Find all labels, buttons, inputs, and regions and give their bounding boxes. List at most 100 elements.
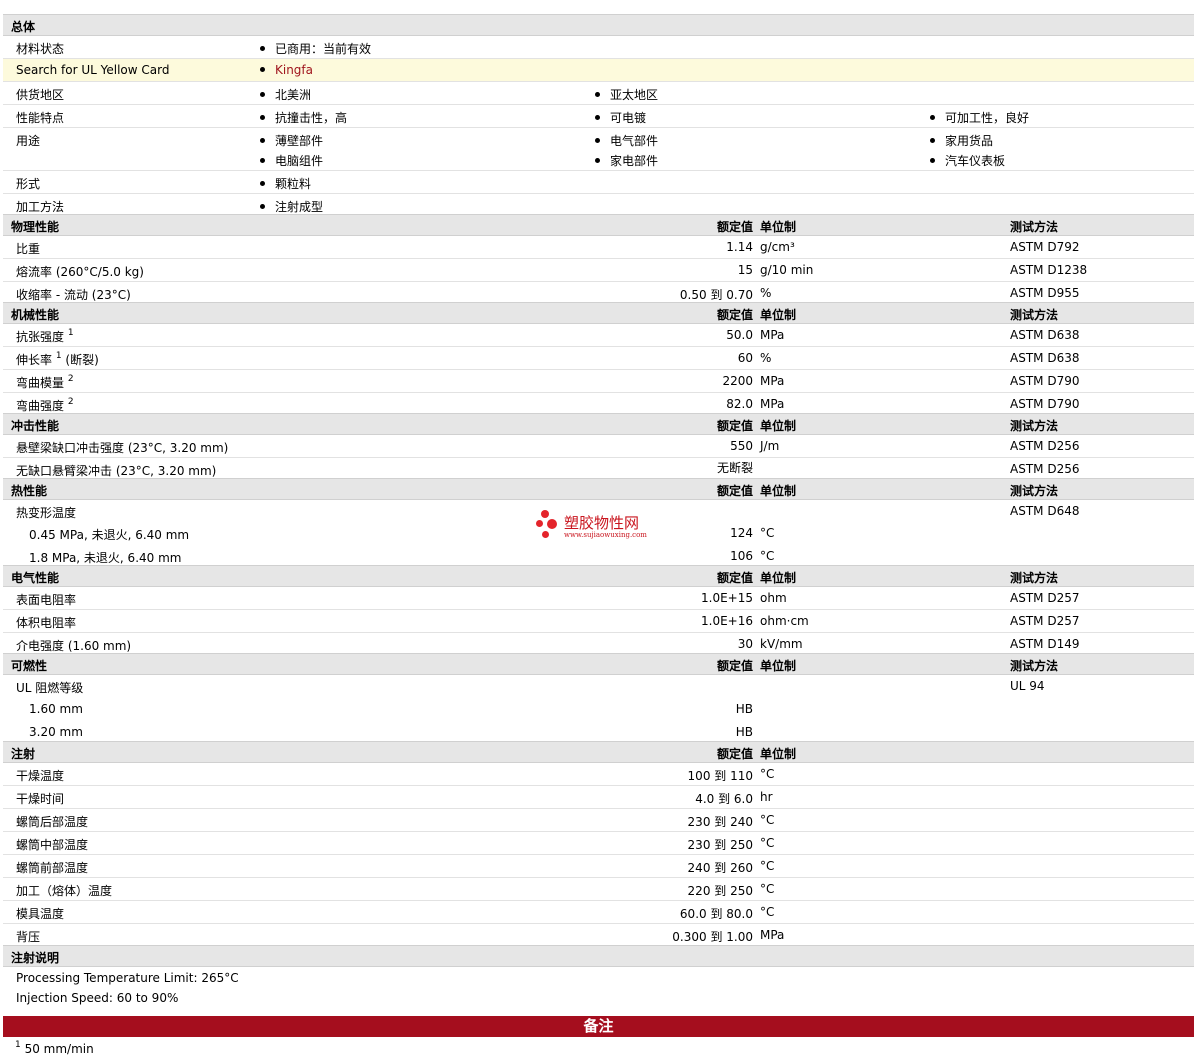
bullet-item: 可加工性，良好 bbox=[930, 109, 1029, 126]
table-row: 收缩率 - 流动 (23°C) 0.50 到 0.70 % ASTM D955 bbox=[3, 282, 1194, 302]
bullet-item: 亚太地区 bbox=[595, 86, 658, 103]
row-material-status: 材料状态 已商用：当前有效 bbox=[3, 36, 1194, 59]
row-value: 106 bbox=[730, 549, 753, 563]
row-label: 螺筒前部温度 bbox=[16, 861, 89, 875]
header-value: 额定值 bbox=[716, 747, 753, 761]
row-label: 加工方法 bbox=[16, 200, 65, 214]
row-label: 材料状态 bbox=[16, 42, 65, 56]
section-thermal: 热性能 额定值 单位制 测试方法 bbox=[3, 478, 1194, 500]
row-label: 1.8 MPa, 未退火, 6.40 mm bbox=[29, 551, 182, 565]
row-unit: MPa bbox=[760, 928, 785, 942]
row-value: 30 bbox=[737, 637, 753, 651]
header-value: 额定值 bbox=[716, 308, 753, 322]
section-title: 冲击性能 bbox=[11, 419, 60, 433]
table-row: 体积电阻率 1.0E+16 ohm·cm ASTM D257 bbox=[3, 610, 1194, 633]
bullet-item: 家用货品 bbox=[930, 132, 993, 149]
section-electrical: 电气性能 额定值 单位制 测试方法 bbox=[3, 565, 1194, 587]
bullet-item: 抗撞击性，高 bbox=[260, 109, 347, 126]
bullet-item: 薄壁部件 bbox=[260, 132, 323, 149]
kingfa-link[interactable]: Kingfa bbox=[260, 63, 313, 77]
row-method: ASTM D955 bbox=[1010, 286, 1080, 300]
header-unit: 单位制 bbox=[760, 484, 797, 498]
section-injection: 注射 额定值 单位制 bbox=[3, 741, 1194, 763]
row-label: 抗张强度 1 bbox=[16, 328, 74, 344]
row-unit: °C bbox=[760, 813, 775, 827]
row-method: ASTM D790 bbox=[1010, 397, 1080, 411]
table-row: 介电强度 (1.60 mm) 30 kV/mm ASTM D149 bbox=[3, 633, 1194, 653]
row-label: 悬壁梁缺口冲击强度 (23°C, 3.20 mm) bbox=[16, 441, 229, 455]
row-label: 0.45 MPa, 未退火, 6.40 mm bbox=[29, 528, 190, 542]
row-value: HB bbox=[735, 702, 753, 716]
row-features: 性能特点 抗撞击性，高 可电镀 可加工性，良好 bbox=[3, 105, 1194, 128]
table-row: 1.60 mm HB bbox=[3, 698, 1194, 721]
row-label: 表面电阻率 bbox=[16, 593, 77, 607]
bullet-item: 已商用：当前有效 bbox=[260, 40, 371, 57]
row-label: 背压 bbox=[16, 930, 41, 944]
row-value: 1.0E+15 bbox=[701, 591, 753, 605]
row-unit: °C bbox=[760, 767, 775, 781]
row-value: 550 bbox=[730, 439, 753, 453]
row-label: 比重 bbox=[16, 242, 41, 256]
row-unit: °C bbox=[760, 882, 775, 896]
row-label: 螺筒后部温度 bbox=[16, 815, 89, 829]
row-label: 收缩率 - 流动 (23°C) bbox=[16, 288, 131, 302]
header-value: 额定值 bbox=[716, 571, 753, 585]
watermark-url: www.sujiaowuxing.com bbox=[564, 531, 647, 539]
row-value: 4.0 到 6.0 bbox=[695, 792, 753, 806]
table-row: 伸长率 1 (断裂) 60 % ASTM D638 bbox=[3, 347, 1194, 370]
row-unit: °C bbox=[760, 905, 775, 919]
row-value: 82.0 bbox=[726, 397, 753, 411]
row-unit: ohm·cm bbox=[760, 614, 809, 628]
row-supply-region: 供货地区 北美洲 亚太地区 bbox=[3, 82, 1194, 105]
row-method: ASTM D257 bbox=[1010, 591, 1080, 605]
table-row: 螺筒中部温度 230 到 250 °C bbox=[3, 832, 1194, 855]
footnote-ref: 2 bbox=[67, 397, 74, 407]
row-label: 用途 bbox=[16, 134, 41, 148]
footnote-ref: 1 bbox=[67, 328, 74, 338]
row-unit: J/m bbox=[760, 439, 780, 453]
row-label: 性能特点 bbox=[16, 111, 65, 125]
row-method: ASTM D1238 bbox=[1010, 263, 1088, 277]
footnote-ref: 2 bbox=[67, 374, 74, 384]
row-value: 15 bbox=[737, 263, 753, 277]
footnote: 1 50 mm/min bbox=[15, 1040, 94, 1056]
header-method: 测试方法 bbox=[1010, 571, 1059, 585]
row-method: ASTM D638 bbox=[1010, 328, 1080, 342]
remarks-band: 备注 bbox=[3, 1016, 1194, 1037]
row-method: ASTM D257 bbox=[1010, 614, 1080, 628]
row-label: 热变形温度 bbox=[16, 506, 77, 520]
row-value: 220 到 250 bbox=[687, 884, 753, 898]
section-title: 注射 bbox=[11, 747, 36, 761]
row-unit: g/10 min bbox=[760, 263, 814, 277]
section-title: 机械性能 bbox=[11, 308, 60, 322]
injection-notes-body: Processing Temperature Limit: 265°C Inje… bbox=[3, 967, 1194, 1007]
table-row: 抗张强度 1 50.0 MPa ASTM D638 bbox=[3, 324, 1194, 347]
section-title: 注射说明 bbox=[11, 951, 60, 965]
section-impact: 冲击性能 额定值 单位制 测试方法 bbox=[3, 413, 1194, 435]
row-unit: MPa bbox=[760, 374, 785, 388]
row-label: 弯曲强度 2 bbox=[16, 397, 74, 413]
row-label: 伸长率 1 (断裂) bbox=[16, 351, 99, 367]
section-physical: 物理性能 额定值 单位制 测试方法 bbox=[3, 214, 1194, 236]
row-method: ASTM D638 bbox=[1010, 351, 1080, 365]
table-row: 干燥时间 4.0 到 6.0 hr bbox=[3, 786, 1194, 809]
row-unit: % bbox=[760, 351, 772, 365]
table-row: 熔流率 (260°C/5.0 kg) 15 g/10 min ASTM D123… bbox=[3, 259, 1194, 282]
header-method: 测试方法 bbox=[1010, 484, 1059, 498]
section-title: 物理性能 bbox=[11, 220, 60, 234]
row-process-method: 加工方法 注射成型 bbox=[3, 194, 1194, 214]
table-row: UL 阻燃等级 UL 94 bbox=[3, 675, 1194, 698]
header-value: 额定值 bbox=[716, 220, 753, 234]
row-form: 形式 颗粒料 bbox=[3, 171, 1194, 194]
bullet-item: 电气部件 bbox=[595, 132, 658, 149]
row-value: 50.0 bbox=[726, 328, 753, 342]
watermark-text: 塑胶物性网 bbox=[564, 514, 640, 532]
row-unit: °C bbox=[760, 549, 775, 563]
header-unit: 单位制 bbox=[760, 747, 797, 761]
row-label: 螺筒中部温度 bbox=[16, 838, 89, 852]
header-method: 测试方法 bbox=[1010, 419, 1059, 433]
row-unit: °C bbox=[760, 836, 775, 850]
row-unit: °C bbox=[760, 859, 775, 873]
footnote-num: 1 bbox=[15, 1040, 21, 1050]
note-line: Processing Temperature Limit: 265°C bbox=[16, 971, 239, 985]
